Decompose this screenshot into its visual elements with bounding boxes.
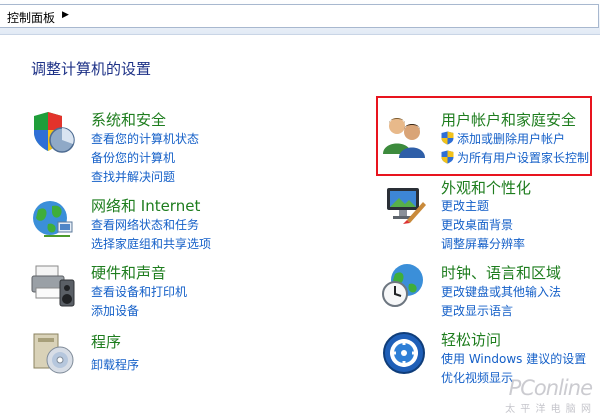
link-view-computer-status[interactable]: 查看您的计算机状态 <box>91 130 199 147</box>
highlight-box <box>376 96 592 176</box>
category-title-programs[interactable]: 程序 <box>91 331 121 352</box>
category-title-hardware-sound[interactable]: 硬件和声音 <box>91 262 166 283</box>
link-change-theme[interactable]: 更改主题 <box>441 197 489 214</box>
link-add-device[interactable]: 添加设备 <box>91 302 139 319</box>
shield-pie-chart-icon <box>34 112 75 153</box>
link-use-recommended-settings[interactable]: 使用 Windows 建议的设置 <box>441 350 586 367</box>
page-title: 调整计算机的设置 <box>31 60 152 78</box>
display-paintbrush-icon <box>387 188 426 224</box>
category-title-system-security[interactable]: 系统和安全 <box>91 109 166 130</box>
category-title-clock-language[interactable]: 时钟、语言和区域 <box>441 262 561 283</box>
link-optimize-video-display[interactable]: 优化视频显示 <box>441 369 513 386</box>
clock-globe-icon <box>382 264 423 307</box>
link-adjust-resolution[interactable]: 调整屏幕分辨率 <box>441 235 525 252</box>
link-backup-computer[interactable]: 备份您的计算机 <box>91 149 175 166</box>
ease-of-access-icon <box>383 332 425 374</box>
watermark-subtitle: 太 平 洋 电 脑 网 <box>505 404 592 415</box>
link-change-display-language[interactable]: 更改显示语言 <box>441 302 513 319</box>
breadcrumb[interactable]: 控制面板 ▶ <box>0 4 599 28</box>
link-homegroup-sharing[interactable]: 选择家庭组和共享选项 <box>91 235 211 252</box>
link-find-fix-problems[interactable]: 查找并解决问题 <box>91 168 175 185</box>
link-uninstall-program[interactable]: 卸载程序 <box>91 356 139 373</box>
link-view-devices-printers[interactable]: 查看设备和打印机 <box>91 283 187 300</box>
programs-disc-icon <box>33 333 74 374</box>
watermark: PConline 太 平 洋 电 脑 网 <box>505 376 593 415</box>
link-change-desktop-background[interactable]: 更改桌面背景 <box>441 216 513 233</box>
watermark-logo: PConline <box>508 376 593 400</box>
link-view-network-status[interactable]: 查看网络状态和任务 <box>91 216 199 233</box>
address-bar: 控制面板 ▶ <box>0 0 600 35</box>
breadcrumb-arrow-icon[interactable]: ▶ <box>62 10 69 20</box>
link-change-keyboard-input[interactable]: 更改键盘或其他输入法 <box>441 283 561 300</box>
globe-network-icon <box>33 201 73 237</box>
category-title-appearance[interactable]: 外观和个性化 <box>441 177 531 198</box>
breadcrumb-control-panel[interactable]: 控制面板 <box>7 9 55 26</box>
category-title-network-internet[interactable]: 网络和 Internet <box>91 195 200 216</box>
category-title-ease-of-access[interactable]: 轻松访问 <box>441 329 501 350</box>
printer-speaker-icon <box>31 265 75 307</box>
